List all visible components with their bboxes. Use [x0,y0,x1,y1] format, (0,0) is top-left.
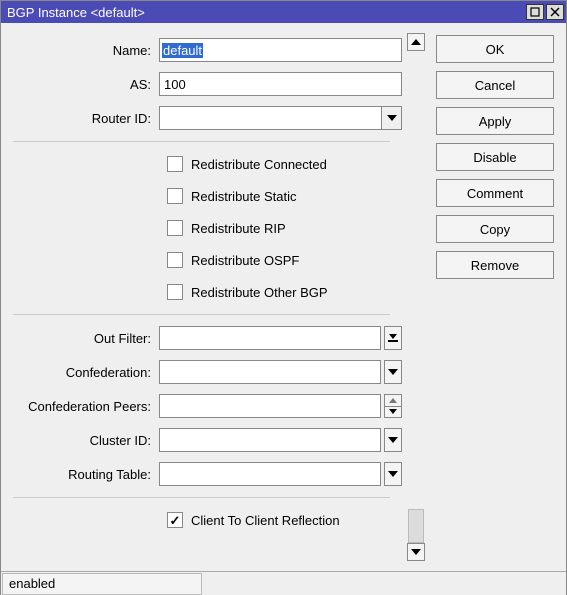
row-router-id: Router ID: [1,101,402,135]
row-cluster-id: Cluster ID: [1,423,402,457]
row-redistribute-ospf: Redistribute OSPF [1,244,402,276]
confederation-combo[interactable] [159,360,381,384]
form-scrollbar [406,33,426,561]
scroll-track[interactable] [407,51,425,543]
confederation-label: Confederation: [1,365,159,380]
confederation-peers-spinner [384,394,402,418]
out-filter-label: Out Filter: [1,331,159,346]
close-button[interactable] [546,4,564,20]
redistribute-rip-checkbox[interactable] [167,220,183,236]
routing-table-expand-button[interactable] [384,462,402,486]
router-id-dropdown-button[interactable] [381,107,401,129]
router-id-input[interactable] [160,107,381,129]
redistribute-other-bgp-label: Redistribute Other BGP [191,285,328,300]
redistribute-ospf-label: Redistribute OSPF [191,253,299,268]
confederation-expand-button[interactable] [384,360,402,384]
redistribute-connected-checkbox[interactable] [167,156,183,172]
row-out-filter: Out Filter: [1,321,402,355]
name-label: Name: [1,43,159,58]
confederation-peers-up-button[interactable] [384,394,402,407]
confederation-peers-down-button[interactable] [384,407,402,419]
redistribute-rip-label: Redistribute RIP [191,221,286,236]
confederation-peers-combo[interactable] [159,394,381,418]
redistribute-static-checkbox[interactable] [167,188,183,204]
router-id-label: Router ID: [1,111,159,126]
confederation-peers-input[interactable] [160,395,380,417]
scroll-thumb[interactable] [408,509,424,543]
routing-table-input[interactable] [160,463,380,485]
chevron-up-icon [411,39,421,45]
redistribute-ospf-checkbox[interactable] [167,252,183,268]
routing-table-label: Routing Table: [1,467,159,482]
titlebar[interactable]: BGP Instance <default> [1,1,566,23]
cluster-id-expand-button[interactable] [384,428,402,452]
out-filter-combo[interactable] [159,326,381,350]
cluster-id-combo[interactable] [159,428,381,452]
chevron-down-icon [388,471,398,477]
chevron-down-icon [411,549,421,555]
arrow-down-to-line-icon [388,334,398,342]
buttons-panel: OK Cancel Apply Disable Comment Copy Rem… [426,23,566,571]
redistribute-static-label: Redistribute Static [191,189,297,204]
window-title: BGP Instance <default> [7,5,524,20]
remove-button[interactable]: Remove [436,251,554,279]
router-id-combo[interactable] [159,106,402,130]
row-routing-table: Routing Table: [1,457,402,491]
divider [13,314,390,315]
redistribute-other-bgp-checkbox[interactable] [167,284,183,300]
row-redistribute-static: Redistribute Static [1,180,402,212]
row-confederation: Confederation: [1,355,402,389]
apply-button[interactable]: Apply [436,107,554,135]
divider [13,497,390,498]
cancel-button[interactable]: Cancel [436,71,554,99]
minimize-button[interactable] [526,4,544,20]
redistribute-connected-label: Redistribute Connected [191,157,327,172]
comment-button[interactable]: Comment [436,179,554,207]
scroll-up-button[interactable] [407,33,425,51]
name-input[interactable]: default [162,43,203,58]
chevron-up-icon [389,398,397,403]
scroll-down-button[interactable] [407,543,425,561]
routing-table-combo[interactable] [159,462,381,486]
row-confederation-peers: Confederation Peers: [1,389,402,423]
row-name: Name: default [1,33,402,67]
content-area: Name: default AS: Router ID: [1,23,566,571]
row-client-reflection: Client To Client Reflection [1,504,402,536]
copy-button[interactable]: Copy [436,215,554,243]
row-redistribute-other-bgp: Redistribute Other BGP [1,276,402,308]
disable-button[interactable]: Disable [436,143,554,171]
confederation-peers-label: Confederation Peers: [1,399,159,414]
row-as: AS: [1,67,402,101]
confederation-input[interactable] [160,361,380,383]
chevron-down-icon [388,369,398,375]
row-redistribute-connected: Redistribute Connected [1,148,402,180]
cluster-id-input[interactable] [160,429,380,451]
out-filter-add-button[interactable] [384,326,402,350]
client-to-client-reflection-checkbox[interactable] [167,512,183,528]
chevron-down-icon [389,409,397,414]
chevron-down-icon [387,115,397,121]
as-input[interactable] [159,72,402,96]
status-text: enabled [2,573,202,595]
cluster-id-label: Cluster ID: [1,433,159,448]
out-filter-input[interactable] [160,327,380,349]
chevron-down-icon [388,437,398,443]
statusbar: enabled [1,571,566,595]
client-to-client-reflection-label: Client To Client Reflection [191,513,340,528]
form-panel: Name: default AS: Router ID: [1,23,426,571]
divider [13,141,390,142]
row-redistribute-rip: Redistribute RIP [1,212,402,244]
as-label: AS: [1,77,159,92]
ok-button[interactable]: OK [436,35,554,63]
